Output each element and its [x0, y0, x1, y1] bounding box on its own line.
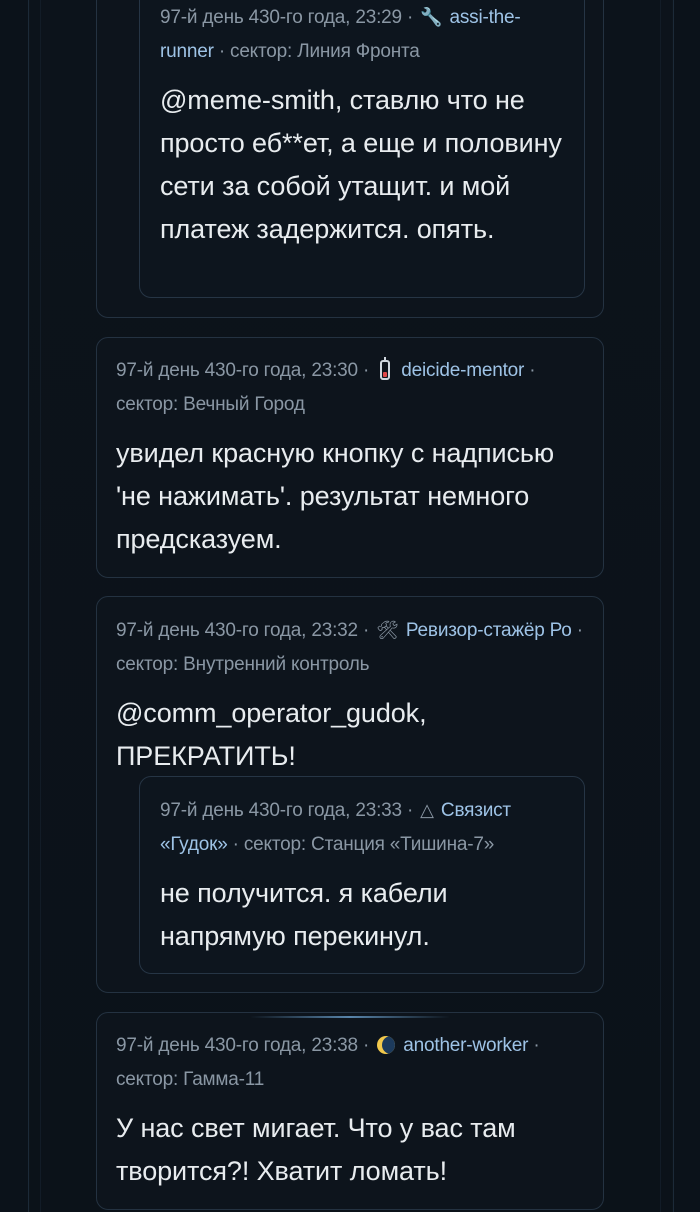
post-text: @meme-smith, ставлю что не просто еб**ет…: [160, 85, 562, 244]
post-author-link[interactable]: deicide-mentor: [401, 360, 524, 381]
moon-icon: [377, 1036, 396, 1054]
post-sector: · сектор: Станция «Тишина-7»: [227, 834, 495, 855]
battery-low-icon: [380, 357, 391, 380]
reply-card: 97-й день 430-го года, 23:33 · △ Связист…: [139, 776, 585, 974]
post-author-link[interactable]: another-worker: [403, 1035, 528, 1056]
post-author-link[interactable]: Ревизор-стажёр Ро: [406, 620, 572, 641]
frame-inner-rule-left: [40, 0, 41, 1212]
post-text: не получится. я кабели напрямую перекину…: [160, 878, 448, 951]
post-meta: 97-й день 430-го года, 23:38 · another-w…: [116, 1029, 587, 1097]
highlight-glow: [250, 1016, 450, 1018]
wrench-icon: 🔧: [420, 7, 443, 27]
frame-inner-rule-right: [660, 0, 661, 1212]
reply-card: 97-й день 430-го года, 23:29 · 🔧 assi-th…: [139, 0, 585, 298]
post-text: увидел красную кнопку с надписью 'не наж…: [116, 438, 555, 554]
post-text: У нас свет мигает. Что у вас там творитс…: [116, 1113, 516, 1186]
post-timestamp: 97-й день 430-го года, 23:30 ·: [116, 360, 375, 381]
post-meta: 97-й день 430-го года, 23:33 · △ Связист…: [160, 793, 570, 862]
triangle-icon: △: [420, 800, 434, 820]
post-sector: · сектор: Линия Фронта: [213, 41, 420, 62]
post-timestamp: 97-й день 430-го года, 23:33 ·: [160, 800, 419, 821]
post-meta: 97-й день 430-го года, 23:30 · deicide-m…: [116, 354, 587, 422]
post-meta: 97-й день 430-го года, 23:32 · 🛠 Ревизор…: [116, 613, 587, 682]
post-card: 97-й день 430-го года, 23:38 · another-w…: [96, 1012, 604, 1210]
post-meta: 97-й день 430-го года, 23:29 · 🔧 assi-th…: [160, 0, 570, 69]
post-card: 97-й день 430-го года, 23:30 · deicide-m…: [96, 337, 604, 578]
post-timestamp: 97-й день 430-го года, 23:32 ·: [116, 620, 375, 641]
post-timestamp: 97-й день 430-го года, 23:29 ·: [160, 7, 419, 28]
post-timestamp: 97-й день 430-го года, 23:38 ·: [116, 1035, 375, 1056]
hammer-and-wrench-icon: 🛠: [376, 620, 399, 640]
post-text: @comm_operator_gudok, ПРЕКРАТИТЬ!: [116, 698, 427, 771]
